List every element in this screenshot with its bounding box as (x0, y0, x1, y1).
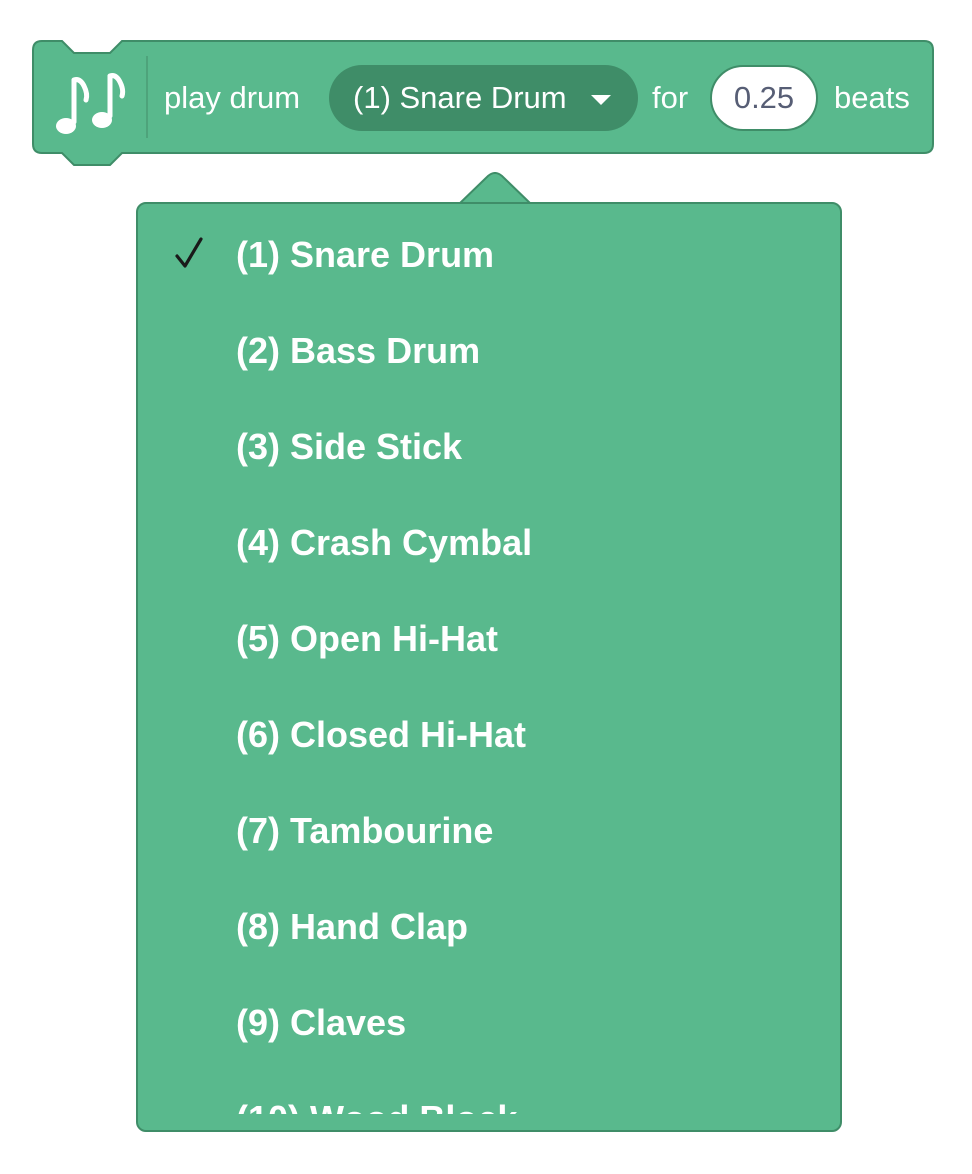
checkmark-icon (175, 237, 203, 268)
menu-panel: (1) Snare Drum (2) Bass Drum (3) Side St… (136, 202, 842, 1132)
menu-item-label: (8) Hand Clap (236, 906, 469, 947)
menu-item-hand-clap[interactable]: (8) Hand Clap (138, 876, 840, 972)
menu-item-side-stick[interactable]: (3) Side Stick (138, 396, 840, 492)
menu-item-label: (10) Wood Block (236, 1096, 517, 1114)
menu-item-label: (3) Side Stick (236, 426, 463, 467)
menu-item-open-hi-hat[interactable]: (5) Open Hi-Hat (138, 588, 840, 684)
menu-item-label: (4) Crash Cymbal (236, 522, 533, 563)
for-label: for (652, 80, 689, 115)
menu-item-label: (9) Claves (236, 1002, 407, 1043)
menu-item-claves[interactable]: (9) Claves (138, 972, 840, 1068)
beats-label: beats (834, 80, 910, 115)
menu-item-bass-drum[interactable]: (2) Bass Drum (138, 300, 840, 396)
menu-item-label: (1) Snare Drum (236, 234, 495, 275)
drum-dropdown[interactable]: (1) Snare Drum (329, 65, 638, 131)
menu-pointer-arrow (456, 172, 534, 206)
menu-list[interactable]: (1) Snare Drum (2) Bass Drum (3) Side St… (138, 204, 840, 1114)
menu-item-snare-drum[interactable]: (1) Snare Drum (138, 204, 840, 300)
beats-input-value: 0.25 (733, 80, 795, 115)
menu-item-label: (2) Bass Drum (236, 330, 481, 371)
menu-item-label: (6) Closed Hi-Hat (236, 714, 527, 755)
menu-item-wood-block[interactable]: (10) Wood Block (138, 1068, 840, 1114)
block-divider (146, 56, 148, 138)
play-drum-block[interactable]: play drum (1) Snare Drum for 0.25 beats (32, 40, 934, 172)
drum-dropdown-menu: (1) Snare Drum (2) Bass Drum (3) Side St… (136, 172, 842, 1134)
menu-item-crash-cymbal[interactable]: (4) Crash Cymbal (138, 492, 840, 588)
menu-item-tambourine[interactable]: (7) Tambourine (138, 780, 840, 876)
caret-down-icon (591, 95, 611, 105)
menu-item-closed-hi-hat[interactable]: (6) Closed Hi-Hat (138, 684, 840, 780)
drum-dropdown-value: (1) Snare Drum (353, 80, 567, 115)
menu-item-label: (7) Tambourine (236, 810, 494, 851)
beats-input[interactable]: 0.25 (710, 65, 818, 131)
music-notes-icon (56, 73, 126, 134)
play-drum-label: play drum (164, 80, 301, 115)
menu-item-label: (5) Open Hi-Hat (236, 618, 499, 659)
